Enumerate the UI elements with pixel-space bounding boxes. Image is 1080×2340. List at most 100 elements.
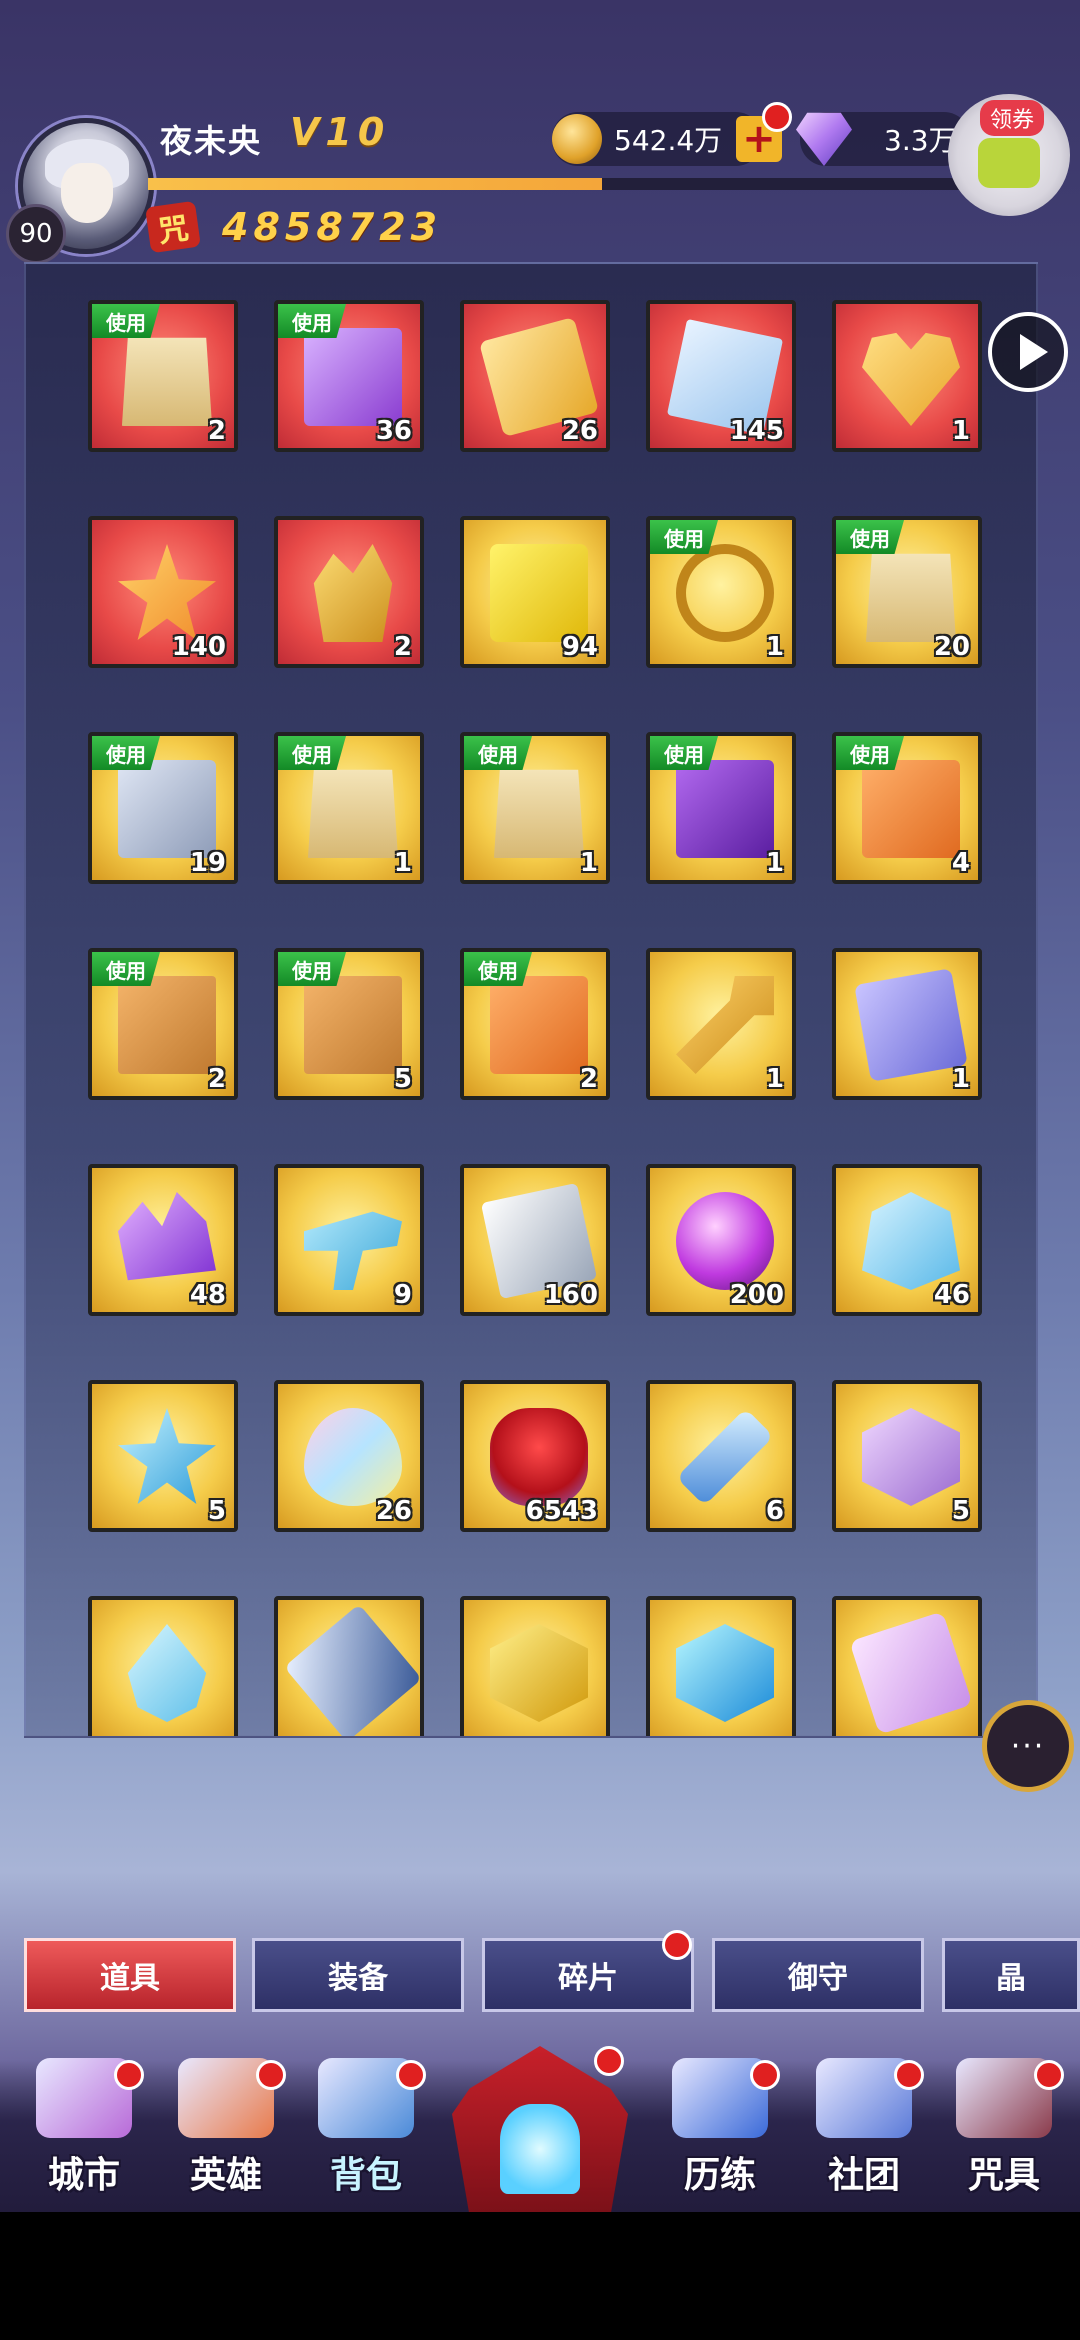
nav-notification-dot [114, 2060, 144, 2090]
inventory-item[interactable]: 使用 5 [274, 948, 424, 1100]
inventory-item[interactable]: 1 [646, 948, 796, 1100]
inventory-item[interactable]: 48 [88, 1164, 238, 1316]
inventory-item[interactable]: 94 [460, 516, 610, 668]
tab-label: 御守 [788, 1961, 848, 1996]
tab-1[interactable]: 装备 [252, 1938, 464, 2012]
use-tag: 使用 [92, 736, 160, 770]
item-count: 5 [951, 1496, 970, 1526]
item-count: 1 [765, 1064, 784, 1094]
item-count: 48 [189, 1280, 226, 1310]
voucher-button[interactable]: 领券 [948, 94, 1070, 216]
heart-box-icon [862, 332, 960, 426]
inventory-item[interactable]: 使用 36 [274, 300, 424, 452]
inventory-item[interactable]: 5 [88, 1380, 238, 1532]
supply-bag-icon [865, 553, 957, 642]
inventory-item[interactable]: 使用 1 [274, 732, 424, 884]
inventory-item[interactable]: 使用 2 [88, 948, 238, 1100]
inventory-item[interactable]: 5 [832, 1380, 982, 1532]
use-tag: 使用 [650, 736, 718, 770]
inventory-item[interactable]: 26 [274, 1380, 424, 1532]
nav-label: 社团 [827, 2155, 900, 2196]
ice-drop-icon [127, 1624, 207, 1722]
tab-label: 晶 [996, 1961, 1026, 1996]
inventory-item[interactable]: 使用 2 [88, 300, 238, 452]
inventory-item[interactable] [88, 1596, 238, 1736]
crystal-bag-icon [307, 769, 399, 858]
inventory-item[interactable]: 使用 1 [646, 732, 796, 884]
blue-blade-icon [283, 1603, 420, 1736]
purple-crystal-icon [118, 1192, 216, 1281]
inventory-item[interactable] [646, 1596, 796, 1736]
orange-pack-icon [490, 976, 588, 1074]
tab-4[interactable]: 晶 [942, 1938, 1080, 2012]
gamepad-icon [978, 138, 1040, 188]
vip-badge[interactable]: V10 [290, 110, 390, 154]
tab-0[interactable]: 道具 [24, 1938, 236, 2012]
coin-amount: 542.4万 [614, 124, 723, 157]
item-count: 145 [729, 416, 784, 446]
tab-notification-dot [662, 1930, 692, 1960]
chat-button[interactable]: ··· [982, 1700, 1074, 1792]
item-count: 140 [171, 632, 226, 662]
inventory-item[interactable]: 26 [460, 300, 610, 452]
combat-power-value: 4858723 [222, 205, 443, 249]
inventory-panel[interactable]: 使用 2 使用 36 26 145 1 140 2 94 使用 1 使用 20 使用 19 使用 1 使用 1 使用 1 使… [24, 262, 1038, 1738]
item-count: 2 [207, 1064, 226, 1094]
inventory-item[interactable] [832, 1596, 982, 1736]
item-count: 4 [951, 848, 970, 878]
item-count: 94 [561, 632, 598, 662]
inventory-item[interactable]: 6 [646, 1380, 796, 1532]
nav-label: 背包 [329, 2155, 402, 2196]
experience-bar-fill [148, 178, 602, 190]
inventory-item[interactable]: 145 [646, 300, 796, 452]
inventory-item[interactable]: 140 [88, 516, 238, 668]
inventory-item[interactable]: 使用 1 [646, 516, 796, 668]
nav-notification-dot [396, 2060, 426, 2090]
rose-bouquet-icon [490, 1408, 588, 1506]
inventory-item[interactable]: 使用 1 [460, 732, 610, 884]
gold-cube-icon [490, 1624, 588, 1722]
item-count: 2 [393, 632, 412, 662]
purple-cube-icon [862, 1408, 960, 1506]
inventory-item[interactable]: 使用 2 [460, 948, 610, 1100]
item-count: 1 [951, 416, 970, 446]
gate-notification-dot [594, 2046, 624, 2076]
inventory-item[interactable] [274, 1596, 424, 1736]
mystery-box-2star-icon [304, 976, 402, 1074]
inventory-item[interactable]: 200 [646, 1164, 796, 1316]
inventory-item[interactable]: 2 [274, 516, 424, 668]
nav-label: 城市 [47, 2155, 120, 2196]
inventory-item[interactable]: 160 [460, 1164, 610, 1316]
inventory-item[interactable]: 使用 4 [832, 732, 982, 884]
tab-label: 道具 [100, 1961, 160, 1996]
item-count: 5 [393, 1064, 412, 1094]
inventory-item[interactable] [460, 1596, 610, 1736]
inventory-item[interactable]: 46 [832, 1164, 982, 1316]
item-count: 5 [207, 1496, 226, 1526]
use-tag: 使用 [278, 736, 346, 770]
player-name: 夜未央 [160, 122, 263, 160]
top-bar: 90 夜未央 V10 咒 4858723 542.4万 + 3.3万 领券 [0, 0, 1080, 264]
spiral-scroll-icon [849, 1611, 973, 1735]
tab-3[interactable]: 御守 [712, 1938, 924, 2012]
inventory-item[interactable]: 6543 [460, 1380, 610, 1532]
gem-amount: 3.3万 [884, 124, 957, 157]
category-tabs: 道具 装备 碎片 御守 晶 [0, 1930, 1080, 2014]
item-count: 6 [765, 1496, 784, 1526]
inventory-item[interactable]: 使用 19 [88, 732, 238, 884]
play-video-button[interactable] [988, 312, 1068, 392]
item-count: 1 [579, 848, 598, 878]
use-tag: 使用 [836, 736, 904, 770]
item-count: 200 [729, 1280, 784, 1310]
ring-icon [676, 544, 774, 642]
item-count: 20 [933, 632, 970, 662]
inventory-item[interactable]: 1 [832, 300, 982, 452]
purple-box-icon [676, 760, 774, 858]
item-count: 36 [375, 416, 412, 446]
syringe-icon [676, 1408, 774, 1506]
nav-label: 历练 [683, 2155, 756, 2196]
item-count: 160 [543, 1280, 598, 1310]
inventory-item[interactable]: 使用 20 [832, 516, 982, 668]
inventory-item[interactable]: 1 [832, 948, 982, 1100]
inventory-item[interactable]: 9 [274, 1164, 424, 1316]
